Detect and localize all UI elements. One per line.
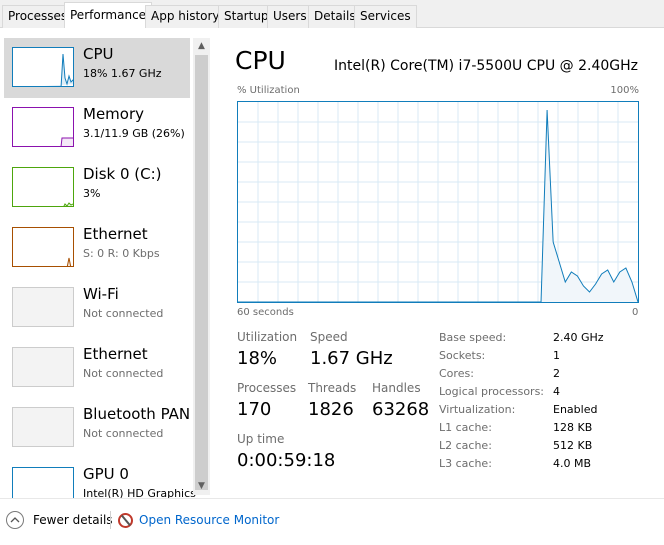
page-title: CPU	[235, 46, 286, 75]
memory-thumbnail-graph	[12, 107, 74, 147]
sidebar-item-subtitle: Intel(R) HD Graphics	[83, 487, 196, 498]
cpu-model-name: Intel(R) Core(TM) i7-5500U CPU @ 2.40GHz	[334, 58, 638, 74]
sidebar-item-subtitle: Not connected	[83, 307, 164, 320]
uptime-value: 0:00:59:18	[237, 450, 336, 471]
spec-label: L2 cache:	[439, 439, 492, 452]
cpu-thumbnail-graph	[12, 47, 74, 87]
sidebar-item-title: GPU 0	[83, 465, 129, 483]
handles-label: Handles	[372, 381, 421, 395]
sidebar-item-cpu[interactable]: CPU 18% 1.67 GHz	[4, 38, 190, 98]
fewer-details-label: Fewer details	[33, 513, 113, 527]
sidebar-item-title: Bluetooth PAN	[83, 405, 191, 423]
spec-value: 4	[553, 385, 560, 398]
cpu-graph-canvas	[238, 102, 639, 303]
spec-label: Virtualization:	[439, 403, 516, 416]
handles-value: 63268	[372, 399, 430, 420]
scroll-down-arrow-icon[interactable]: ▼	[193, 478, 210, 495]
sidebar-item-title: Ethernet	[83, 225, 148, 243]
wifi-thumbnail-graph	[12, 287, 74, 327]
sidebar-item-title: Disk 0 (C:)	[83, 165, 162, 183]
processes-label: Processes	[237, 381, 297, 395]
spec-label: Cores:	[439, 367, 474, 380]
resource-sidebar: CPU 18% 1.67 GHz Memory 3.1/11.9 GB (26%…	[0, 28, 212, 498]
scrollbar-thumb[interactable]	[195, 55, 208, 490]
spec-value: 2	[553, 367, 560, 380]
tab-services[interactable]: Services	[354, 5, 417, 28]
sidebar-item-ethernet[interactable]: Ethernet S: 0 R: 0 Kbps	[4, 218, 190, 278]
utilization-label: Utilization	[237, 330, 298, 344]
tab-users[interactable]: Users	[267, 5, 313, 28]
threads-value: 1826	[308, 399, 354, 420]
sidebar-item-title: Memory	[83, 105, 145, 123]
disk-thumbnail-graph	[12, 167, 74, 207]
tab-app-history[interactable]: App history	[145, 5, 226, 28]
tab-bar: Processes Performance App history Startu…	[0, 0, 664, 29]
threads-label: Threads	[308, 381, 357, 395]
graph-y-label: % Utilization	[237, 85, 300, 96]
sidebar-item-subtitle: 3%	[83, 187, 101, 200]
tab-performance[interactable]: Performance	[64, 2, 153, 29]
sidebar-item-subtitle: 18% 1.67 GHz	[83, 67, 162, 80]
footer-divider	[110, 511, 111, 529]
spec-label: Sockets:	[439, 349, 486, 362]
uptime-label: Up time	[237, 432, 285, 446]
graph-time-span: 60 seconds	[237, 307, 294, 318]
sidebar-item-subtitle: Not connected	[83, 367, 164, 380]
processes-value: 170	[237, 399, 272, 420]
graph-y-max: 100%	[610, 85, 639, 96]
footer-bar: Fewer details Open Resource Monitor	[0, 498, 664, 545]
spec-value: 512 KB	[553, 439, 593, 452]
ethernet-thumbnail-graph	[12, 227, 74, 267]
speed-label: Speed	[310, 330, 348, 344]
open-resource-monitor-link[interactable]: Open Resource Monitor	[118, 510, 279, 530]
bluetooth-thumbnail-graph	[12, 407, 74, 447]
sidebar-item-title: Ethernet	[83, 345, 148, 363]
spec-value: 1	[553, 349, 560, 362]
sidebar-scrollbar[interactable]: ▲ ▼	[193, 38, 210, 495]
sidebar-item-gpu[interactable]: GPU 0 Intel(R) HD Graphics	[4, 458, 196, 498]
sidebar-item-subtitle: Not connected	[83, 427, 164, 440]
spec-value: 4.0 MB	[553, 457, 592, 470]
spec-value: 128 KB	[553, 421, 593, 434]
sidebar-item-disk[interactable]: Disk 0 (C:) 3%	[4, 158, 190, 218]
spec-label: L3 cache:	[439, 457, 492, 470]
spec-value: 2.40 GHz	[553, 331, 604, 344]
cpu-utilization-graph	[237, 101, 639, 303]
sidebar-item-title: CPU	[83, 45, 114, 63]
sidebar-item-memory[interactable]: Memory 3.1/11.9 GB (26%)	[4, 98, 190, 158]
spec-label: Logical processors:	[439, 385, 545, 398]
open-resource-monitor-label: Open Resource Monitor	[139, 513, 280, 527]
sidebar-item-subtitle: S: 0 R: 0 Kbps	[83, 247, 160, 260]
spec-label: L1 cache:	[439, 421, 492, 434]
scroll-up-arrow-icon[interactable]: ▲	[193, 38, 210, 55]
graph-time-zero: 0	[632, 307, 639, 318]
speed-value: 1.67 GHz	[310, 348, 393, 369]
ethernet-2-thumbnail-graph	[12, 347, 74, 387]
spec-value: Enabled	[553, 403, 598, 416]
sidebar-item-bluetooth-pan[interactable]: Bluetooth PAN Not connected	[4, 398, 190, 458]
sidebar-item-wifi[interactable]: Wi-Fi Not connected	[4, 278, 190, 338]
sidebar-item-ethernet-2[interactable]: Ethernet Not connected	[4, 338, 190, 398]
chevron-up-icon	[6, 511, 24, 529]
cpu-usage-area	[541, 110, 638, 302]
sidebar-item-subtitle: 3.1/11.9 GB (26%)	[83, 127, 185, 140]
spec-label: Base speed:	[439, 331, 507, 344]
resource-monitor-icon	[118, 512, 133, 528]
fewer-details-button[interactable]: Fewer details	[6, 510, 113, 530]
gpu-thumbnail-graph	[12, 467, 74, 498]
sidebar-item-title: Wi-Fi	[83, 285, 119, 303]
utilization-value: 18%	[237, 348, 278, 369]
tab-processes[interactable]: Processes	[2, 5, 74, 28]
